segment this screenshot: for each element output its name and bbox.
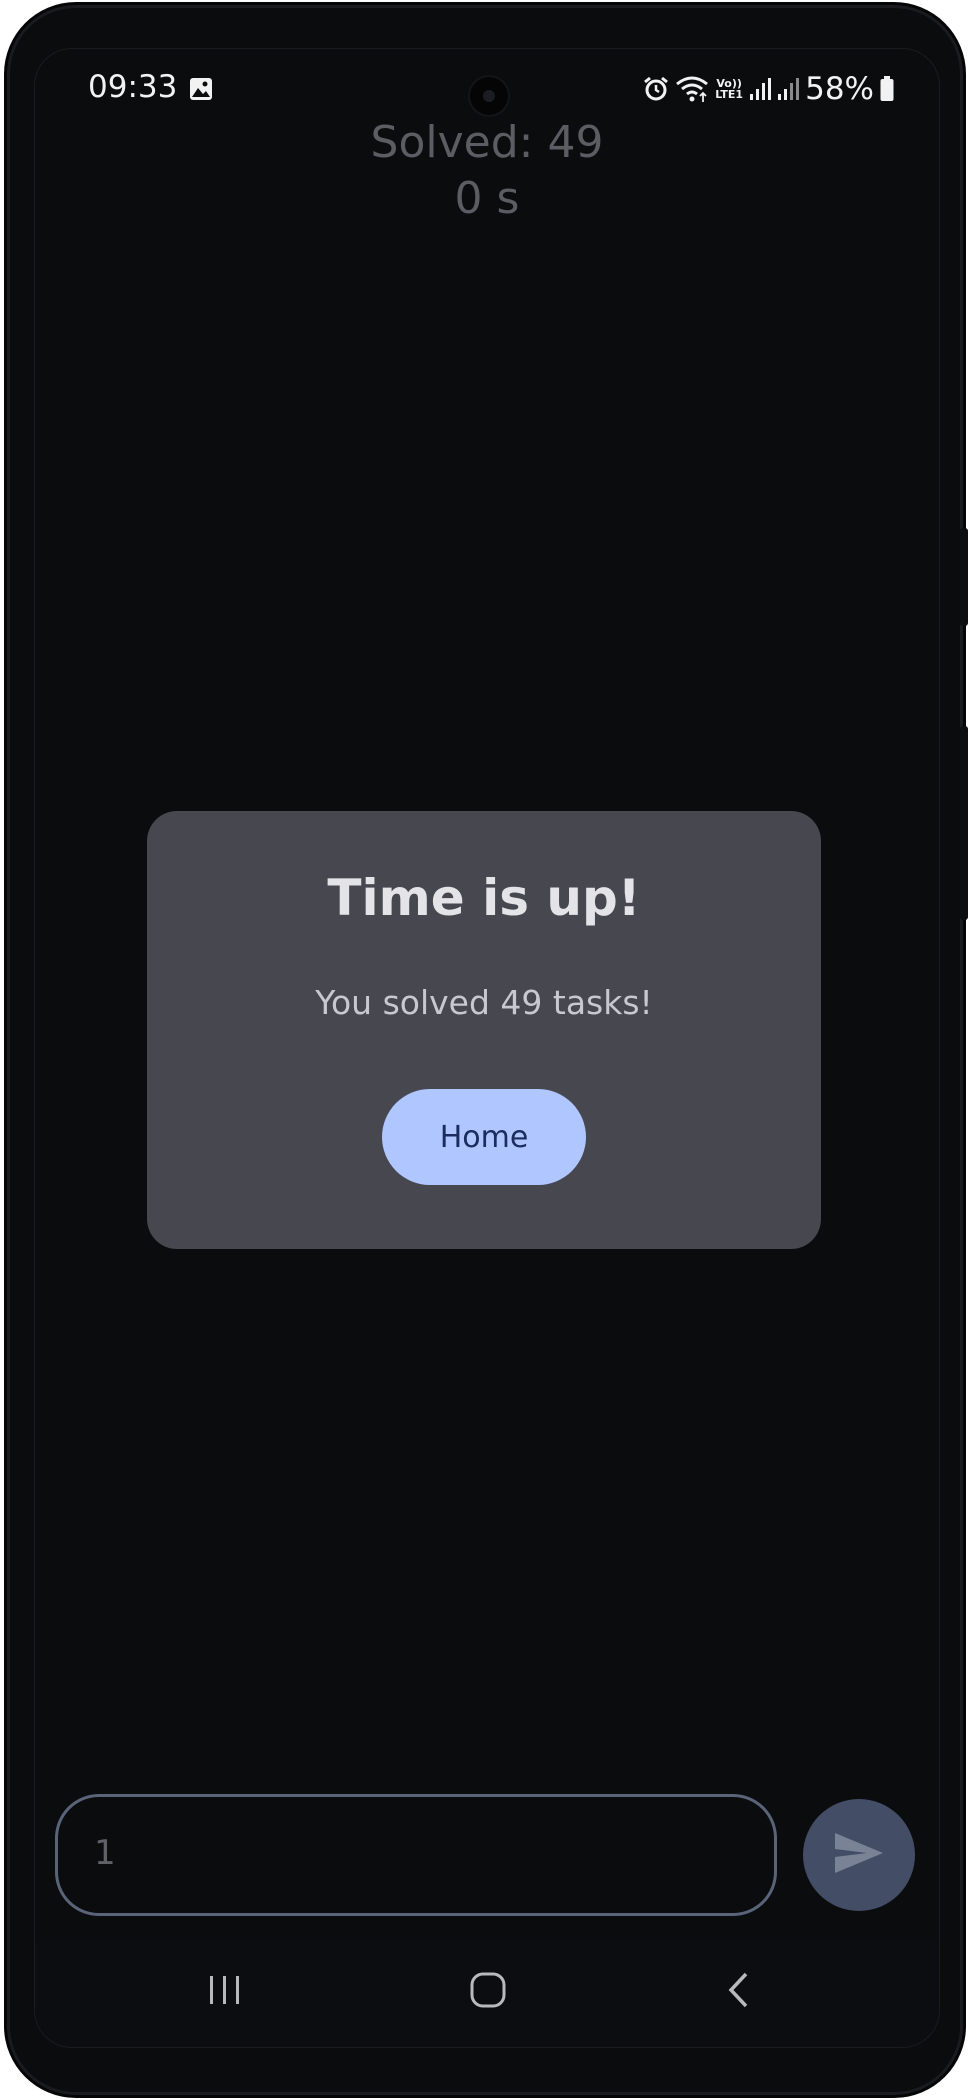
lte-label-bottom: LTE1 [715,88,744,101]
volume-button [960,528,968,626]
status-right-group: Vo)) LTE1 58% [643,69,894,109]
navigation-bar [35,1942,939,2047]
wifi-icon [675,75,709,103]
home-icon [469,1971,507,2014]
home-button[interactable]: Home [382,1089,586,1185]
send-icon [833,1831,885,1880]
power-button [960,726,968,920]
send-button[interactable] [803,1799,915,1911]
screen: 09:33 Vo)) LTE1 58% Solved: 49 0 s Time … [34,48,940,2048]
recents-button[interactable] [190,1962,260,2022]
lte-indicator: Vo)) LTE1 [715,78,743,100]
home-nav-button[interactable] [453,1962,523,2022]
signal-1-icon [749,77,772,101]
time-up-dialog: Time is up! You solved 49 tasks! Home [147,811,821,1249]
alarm-icon [643,76,669,102]
signal-2-icon [777,77,800,101]
recents-icon [208,1974,242,2011]
battery-percent: 58% [805,71,874,107]
solved-count: Solved: 49 [370,117,604,168]
dialog-message: You solved 49 tasks! [315,983,653,1022]
status-time: 09:33 [88,69,178,105]
back-button[interactable] [703,1962,773,2022]
answer-input[interactable]: 1 [55,1794,777,1916]
battery-icon [880,76,894,102]
back-icon [726,1971,750,2014]
timer: 0 s [454,173,520,224]
front-camera [470,77,508,115]
gallery-icon [189,77,213,101]
answer-input-value: 1 [94,1833,116,1873]
dialog-title: Time is up! [327,869,641,927]
phone-frame: 09:33 Vo)) LTE1 58% Solved: 49 0 s Time … [10,8,968,2092]
